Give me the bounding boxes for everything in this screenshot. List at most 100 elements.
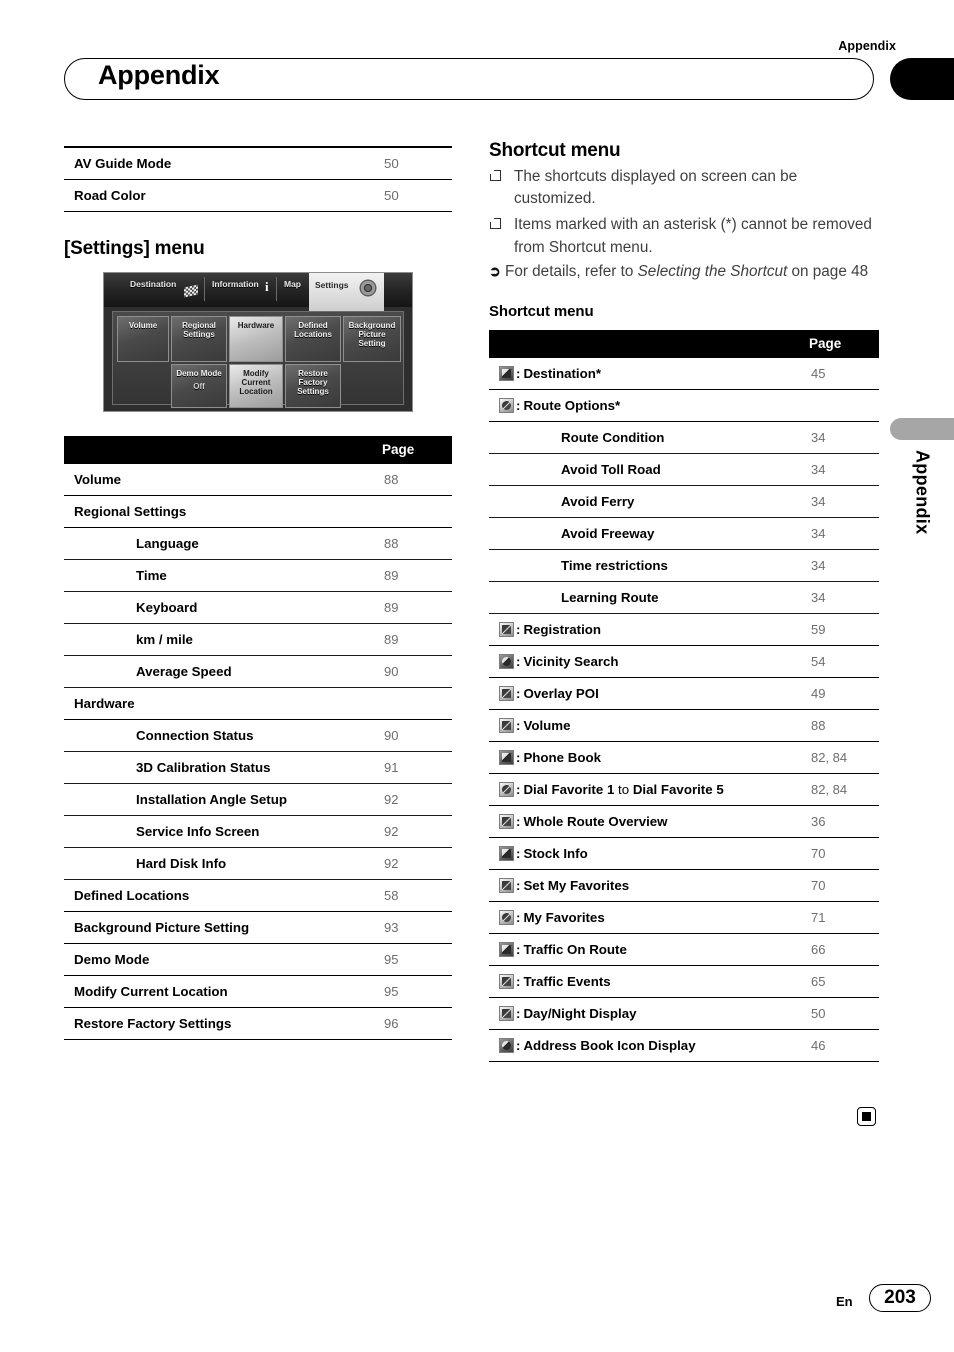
device-tab-information[interactable]: Information	[212, 279, 259, 289]
table-cell-label-text: Average Speed	[136, 664, 232, 679]
running-head: Appendix	[838, 39, 896, 53]
dial-favorite-icon	[499, 782, 514, 798]
table-cell-page: 96	[382, 1007, 452, 1040]
table-row: Restore Factory Settings 96	[64, 1007, 452, 1040]
table-cell-label-text: Modify Current Location	[74, 984, 228, 999]
table-cell-label-text: Traffic On Route	[523, 942, 627, 958]
table-cell-label: Avoid Toll Road	[489, 453, 809, 487]
device-button-demo-mode[interactable]: Demo Mode Off	[171, 363, 227, 408]
icon-label-separator: :	[516, 846, 521, 862]
table-cell-label: Demo Mode	[64, 943, 382, 976]
table-cell-label: : Traffic On Route	[489, 933, 809, 967]
table-cell-label: Volume	[64, 463, 382, 496]
table-cell-label: km / mile	[64, 623, 382, 656]
table-cell-page: 90	[382, 655, 452, 688]
device-button-restore-factory-settings[interactable]: Restore Factory Settings	[285, 363, 341, 408]
route-options-icon	[499, 398, 514, 414]
table-cell-page: 82, 84	[809, 773, 879, 807]
table-cell-page: 50	[809, 997, 879, 1031]
device-tab-settings-label: Settings	[315, 279, 349, 290]
table-cell-label: : Traffic Events	[489, 965, 809, 999]
device-button-defined-locations[interactable]: Defined Locations	[285, 315, 341, 362]
icon-label-separator: :	[516, 750, 521, 766]
table-row: : Overlay POI 49	[489, 677, 879, 711]
table-row: Road Color 50	[64, 179, 452, 212]
table-row: Avoid Freeway 34	[489, 517, 879, 551]
table-cell-page: 89	[382, 559, 452, 592]
device-button-background-picture-setting[interactable]: Background Picture Setting	[343, 315, 401, 362]
gear-icon	[361, 280, 375, 295]
icon-label-separator: :	[516, 718, 521, 734]
icon-label-separator: :	[516, 814, 521, 830]
table-row: : Stock Info 70	[489, 837, 879, 871]
table-cell-label: Defined Locations	[64, 879, 382, 912]
table-cell-label: : Set My Favorites	[489, 869, 809, 903]
table-cell-page: 92	[382, 847, 452, 880]
table-row: Time restrictions 34	[489, 549, 879, 583]
table-cell-label-text: Demo Mode	[74, 952, 150, 967]
table-cell-label-text: 3D Calibration Status	[136, 760, 271, 775]
table-cell-label-text: Overlay POI	[523, 686, 599, 702]
table-cell-label: Average Speed	[64, 655, 382, 688]
table-cell-label: : Route Options*	[489, 389, 809, 423]
icon-label-separator: :	[516, 366, 521, 382]
table-cell-label-text: Destination*	[523, 366, 602, 382]
table-cell-label-text: My Favorites	[523, 910, 605, 926]
device-button-demo-mode-label: Demo Mode	[176, 368, 222, 378]
device-button-volume[interactable]: Volume	[117, 315, 169, 362]
side-tab-label: Appendix	[890, 450, 954, 630]
table-cell-label: Service Info Screen	[64, 815, 382, 848]
table-cell-page: 95	[382, 943, 452, 976]
table-row: Demo Mode 95	[64, 943, 452, 976]
table-cell-label-text: Stock Info	[523, 846, 588, 862]
table-row: : Route Options*	[489, 389, 879, 423]
device-tab-settings[interactable]: Settings	[309, 272, 384, 311]
table-cell-label: Installation Angle Setup	[64, 783, 382, 816]
vicinity-search-icon	[499, 654, 514, 670]
table-cell-label: : Phone Book	[489, 741, 809, 775]
table-row: : Address Book Icon Display 46	[489, 1029, 879, 1063]
note-bullet-icon	[489, 169, 501, 181]
overlay-poi-icon	[499, 686, 514, 702]
table-cell-label: Background Picture Setting	[64, 911, 382, 944]
phone-book-icon	[499, 750, 514, 766]
device-tab-destination[interactable]: Destination	[130, 279, 176, 289]
note-item: The shortcuts displayed on screen can be…	[489, 166, 879, 210]
table-cell-label-text: Defined Locations	[74, 888, 190, 903]
table-row: Background Picture Setting 93	[64, 911, 452, 944]
left-column: AV Guide Mode 50 Road Color 50 [Settings] m…	[64, 146, 452, 1040]
table-cell-label: Hard Disk Info	[64, 847, 382, 880]
table-header-page: Page	[382, 435, 452, 464]
table-cell-label-text: Avoid Toll Road	[561, 462, 661, 478]
table-row: : Destination* 45	[489, 357, 879, 391]
note-text: The shortcuts displayed on screen can be…	[514, 168, 798, 208]
device-button-modify-current-location[interactable]: Modify Current Location	[229, 363, 283, 408]
table-cell-label: Restore Factory Settings	[64, 1007, 382, 1040]
continued-table: AV Guide Mode 50 Road Color 50	[64, 146, 452, 212]
device-demo-mode-state: Off	[193, 381, 205, 391]
settings-menu-heading: [Settings] menu	[64, 237, 205, 259]
table-cell-page: 46	[809, 1029, 879, 1063]
device-tab-map[interactable]: Map	[284, 279, 301, 289]
whole-route-overview-icon	[499, 814, 514, 830]
table-cell-page: 88	[809, 709, 879, 743]
side-thumb-tab	[890, 418, 954, 440]
icon-label-separator: :	[516, 910, 521, 926]
icon-label-separator: :	[516, 878, 521, 894]
icon-label-separator: :	[516, 654, 521, 670]
table-cell-page: 50	[382, 179, 452, 212]
table-cell-label: Avoid Ferry	[489, 485, 809, 519]
stock-info-icon	[499, 846, 514, 862]
table-cell-label-text: Hardware	[74, 696, 135, 711]
table-cell-label-text: Language	[136, 536, 199, 551]
table-cell-label: : Volume	[489, 709, 809, 743]
device-button-regional-settings[interactable]: Regional Settings	[171, 315, 227, 362]
table-cell-page	[809, 389, 879, 423]
table-cell-label: Time	[64, 559, 382, 592]
icon-label-separator: :	[516, 1038, 521, 1054]
table-cell-page: 54	[809, 645, 879, 679]
thumb-tab-marker	[890, 58, 954, 100]
table-cell-page: 34	[809, 485, 879, 519]
device-button-hardware[interactable]: Hardware	[229, 315, 283, 362]
table-cell-label-text: Dial Favorite 1 to Dial Favorite 5	[523, 782, 724, 798]
